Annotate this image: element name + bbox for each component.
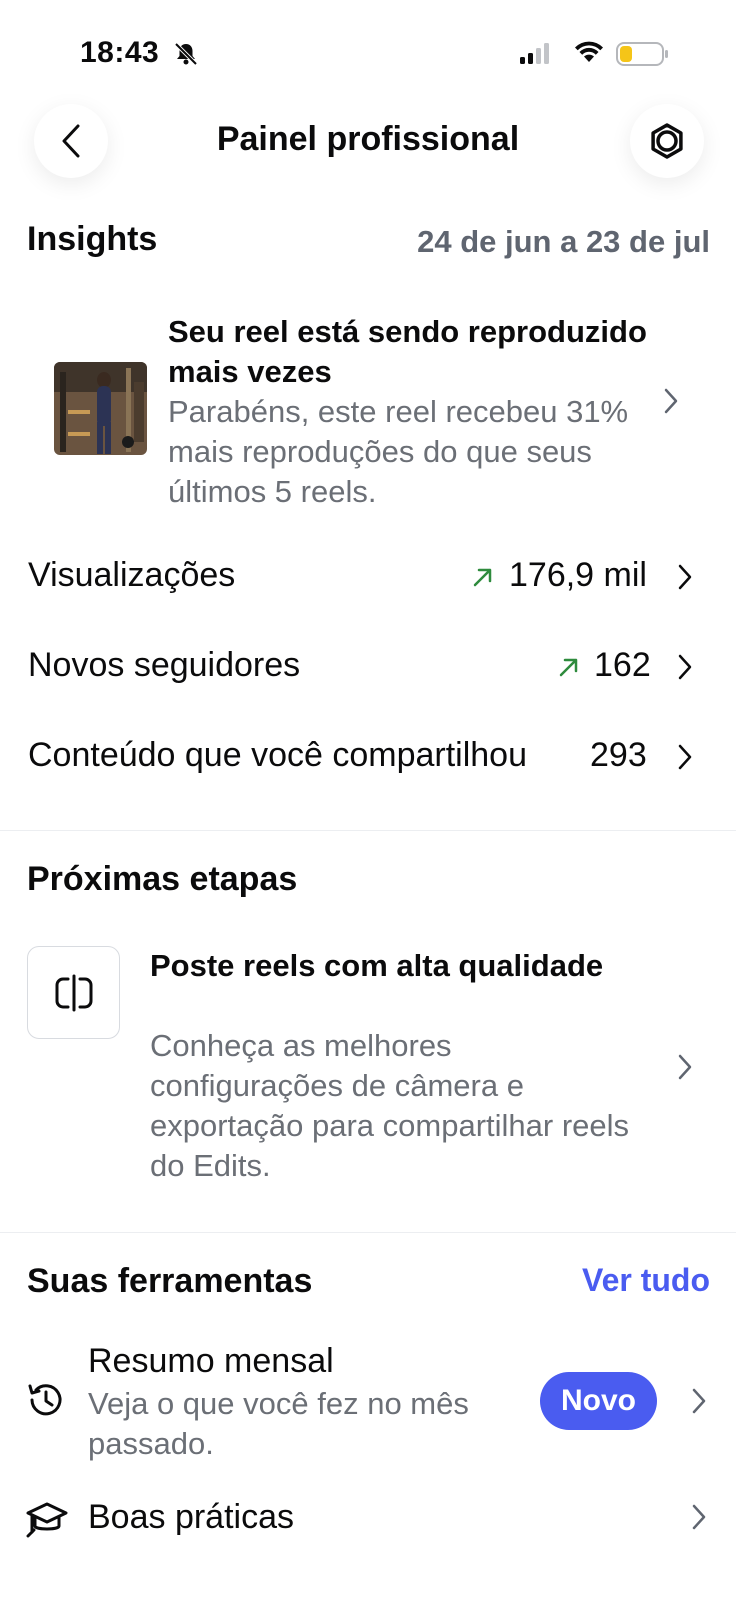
chevron-right-icon [692,1504,706,1530]
metric-label: Visualizações [28,556,236,594]
chevron-right-icon [678,564,692,590]
history-clock-icon [28,1384,62,1416]
chevron-right-icon [678,1054,692,1080]
trend-up-arrow-icon [559,658,578,677]
chevron-right-icon [664,388,678,414]
bell-slash-icon [174,42,198,66]
tool-description: Veja o que você fez no mês passado. [88,1386,469,1461]
metric-row-new-followers[interactable]: Novos seguidores 162 [0,636,736,696]
step-icon-container [27,946,120,1039]
reel-insight-card[interactable]: Seu reel está sendo reproduzido mais vez… [0,308,736,512]
metric-row-content-shared[interactable]: Conteúdo que você compartilhou 293 [0,726,736,786]
reel-card-title: Seu reel está sendo reproduzido mais vez… [168,314,647,389]
next-step-title: Poste reels com alta qualidade [150,948,604,983]
next-steps-title: Próximas etapas [27,860,298,898]
new-badge: Novo [540,1372,657,1430]
page-title: Painel profissional [216,120,520,158]
settings-gear-icon [651,123,683,159]
metric-label: Novos seguidores [28,646,301,684]
reel-card-description: Parabéns, este reel recebeu 31% mais rep… [168,394,629,509]
status-time: 18:43 [80,36,160,69]
trend-up-arrow-icon [473,568,492,587]
chevron-right-icon [692,1388,706,1414]
cellular-signal-icon [520,43,549,64]
metric-value: 176,9 mil [509,556,647,594]
status-bar: 18:43 [0,0,736,100]
graduation-cap-icon [26,1502,68,1538]
tools-title: Suas ferramentas [27,1262,313,1300]
tool-title: Resumo mensal [88,1342,334,1380]
battery-low-icon [616,42,668,66]
chevron-right-icon [678,654,692,680]
insights-title: Insights [27,220,158,258]
reel-thumbnail [54,362,147,455]
section-divider [0,1232,736,1233]
see-all-link[interactable]: Ver tudo [582,1262,710,1299]
date-range[interactable]: 24 de jun a 23 de jul [417,224,710,260]
tool-title: Boas práticas [88,1498,294,1536]
section-divider [0,830,736,831]
next-step-description: Conheça as melhores configurações de câm… [150,1028,630,1183]
settings-button[interactable] [630,104,704,178]
edits-app-icon [55,974,92,1011]
metric-row-views[interactable]: Visualizações 176,9 mil [0,546,736,606]
metric-value: 293 [590,736,647,774]
metric-value: 162 [594,646,651,684]
wifi-icon [575,41,603,62]
metric-label: Conteúdo que você compartilhou [28,736,527,774]
chevron-right-icon [678,744,692,770]
